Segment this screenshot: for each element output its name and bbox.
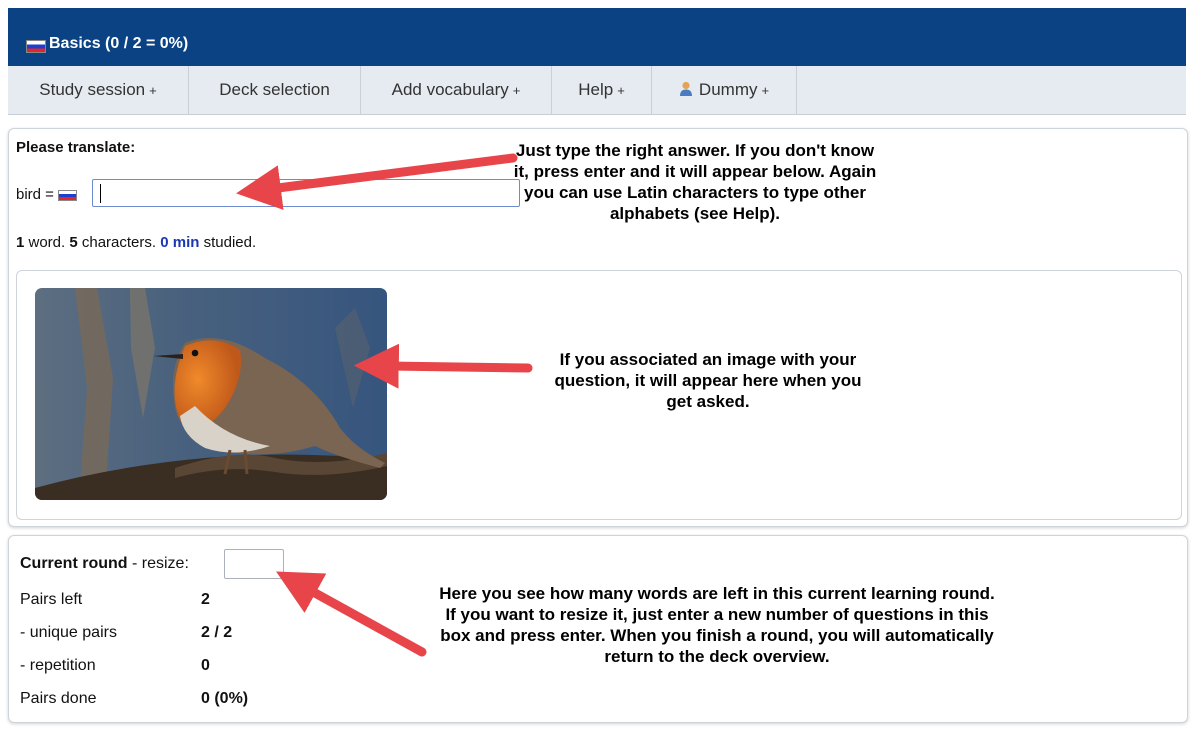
menu-user[interactable]: Dummy + bbox=[652, 66, 797, 114]
menu-deck-selection[interactable]: Deck selection bbox=[189, 66, 361, 114]
pairs-done-label: Pairs done bbox=[20, 690, 97, 707]
menu-bar: Study session + Deck selection Add vocabu… bbox=[8, 66, 1186, 115]
pairs-done-value: 0 (0%) bbox=[201, 690, 249, 707]
pairs-left-label: Pairs left bbox=[20, 591, 83, 608]
menu-study-session[interactable]: Study session + bbox=[8, 66, 189, 114]
pairs-left-value: 2 bbox=[201, 591, 210, 608]
menu-help[interactable]: Help + bbox=[552, 66, 652, 114]
robin-photo bbox=[35, 288, 387, 500]
text-caret bbox=[100, 184, 101, 203]
unique-pairs-label: - unique pairs bbox=[20, 624, 117, 641]
russian-flag-icon bbox=[58, 189, 78, 201]
answer-input[interactable] bbox=[92, 179, 520, 207]
deck-title: Basics (0 / 2 = 0%) bbox=[49, 35, 189, 52]
title-bar: Basics (0 / 2 = 0%) bbox=[8, 8, 1186, 66]
russian-flag-icon bbox=[26, 40, 46, 53]
round-heading: Current round - resize: bbox=[20, 555, 189, 572]
menu-add-vocabulary[interactable]: Add vocabulary + bbox=[361, 66, 552, 114]
unique-pairs-value: 2 / 2 bbox=[201, 624, 233, 641]
repetition-value: 0 bbox=[201, 657, 210, 674]
round-resize-input[interactable] bbox=[224, 549, 284, 579]
question-prompt: bird = bbox=[16, 186, 78, 203]
answer-tip-annotation: Just type the right answer. If you don't… bbox=[513, 141, 877, 223]
image-tip-annotation: If you associated an image with your que… bbox=[554, 350, 862, 411]
study-stats: 1 word. 5 characters. 0 min studied. bbox=[16, 234, 257, 251]
round-tip-annotation: Here you see how many words are left in … bbox=[439, 584, 995, 666]
question-word: bird = bbox=[16, 186, 54, 203]
repetition-label: - repetition bbox=[20, 657, 96, 674]
question-heading: Please translate: bbox=[16, 139, 136, 156]
user-icon bbox=[679, 81, 692, 96]
